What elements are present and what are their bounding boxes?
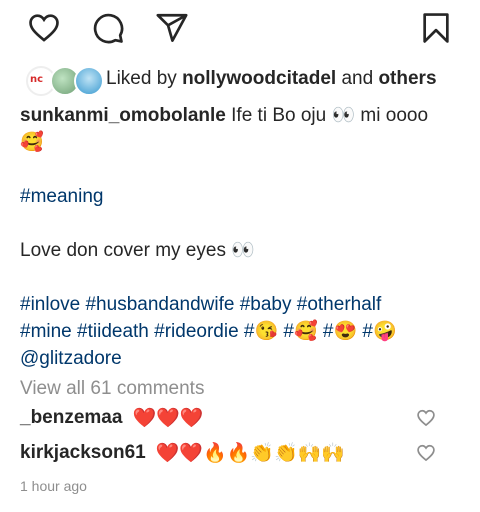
like-button[interactable] xyxy=(24,8,64,48)
hashtag-line[interactable]: #inlove #husbandandwife #baby #otherhalf xyxy=(20,291,460,318)
view-all-comments-link[interactable]: View all 61 comments xyxy=(20,378,204,400)
comment-like-icon[interactable] xyxy=(416,408,436,428)
caption-love-line: Love don cover my eyes 👀 xyxy=(20,240,255,261)
comment-text: ❤️❤️🔥🔥👏👏🙌🙌 xyxy=(155,443,345,464)
likes-text: Liked by nollywoodcitadel and others xyxy=(106,68,437,90)
caption-emoji: 🥰 xyxy=(20,132,44,153)
caption-username[interactable]: sunkanmi_omobolanle xyxy=(20,105,226,126)
comment-username[interactable]: kirkjackson61 xyxy=(20,442,146,464)
likes-others-link[interactable]: others xyxy=(378,68,436,89)
liker-avatars: nc xyxy=(20,62,104,96)
comment-button[interactable] xyxy=(88,8,128,48)
caption-text: Ife ti Bo oju 👀 mi oooo xyxy=(231,105,429,126)
likes-prefix: Liked by xyxy=(106,68,177,89)
save-button[interactable] xyxy=(416,8,456,48)
liker-username[interactable]: nollywoodcitadel xyxy=(182,68,336,89)
post-timestamp: 1 hour ago xyxy=(20,478,87,494)
comment-row: kirkjackson61 ❤️❤️🔥🔥👏👏🙌🙌 xyxy=(20,441,460,465)
comment-bubble-icon xyxy=(93,13,124,44)
heart-icon xyxy=(29,14,59,42)
likes-and: and xyxy=(341,68,374,89)
post-caption: sunkanmi_omobolanle Ife ti Bo oju 👀 mi o… xyxy=(20,102,460,372)
mention-link[interactable]: @glitzadore xyxy=(20,345,460,372)
comment-text: ❤️❤️❤️ xyxy=(132,408,204,429)
comment-like-icon[interactable] xyxy=(416,443,436,463)
bookmark-icon xyxy=(423,13,449,43)
comment-username[interactable]: _benzemaa xyxy=(20,407,122,429)
paper-plane-icon xyxy=(156,13,188,42)
hashtag-line[interactable]: #mine #tiideath #rideordie #😘 #🥰 #😍 #🤪 xyxy=(20,318,460,345)
action-bar xyxy=(0,8,480,48)
likes-summary[interactable]: nc Liked by nollywoodcitadel and others xyxy=(20,62,437,96)
share-button[interactable] xyxy=(152,8,192,48)
avatar xyxy=(74,66,104,96)
hashtag-meaning[interactable]: #meaning xyxy=(20,183,460,210)
comment-row: _benzemaa ❤️❤️❤️ xyxy=(20,406,460,430)
